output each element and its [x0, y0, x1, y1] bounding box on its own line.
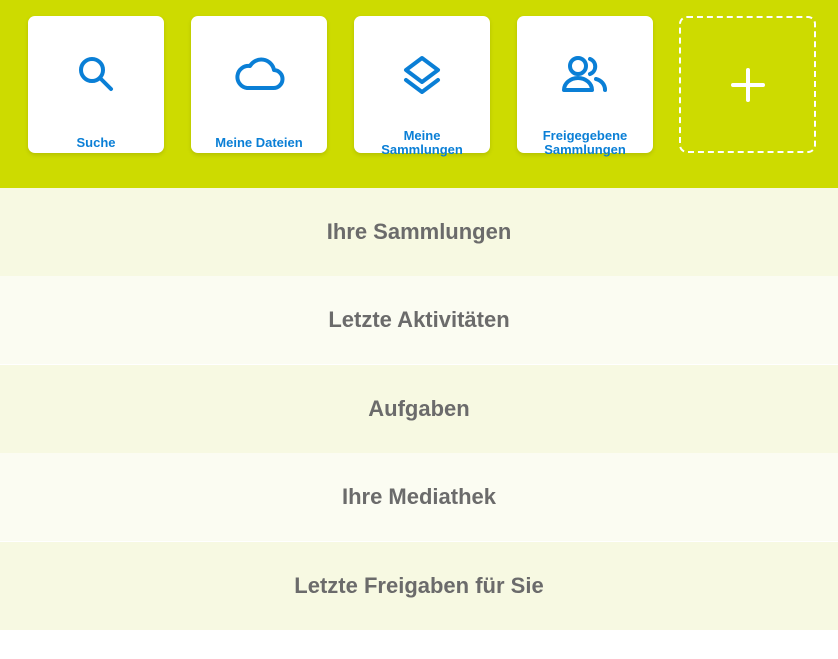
- section-tasks[interactable]: Aufgaben: [0, 365, 838, 453]
- section-title: Aufgaben: [368, 396, 470, 421]
- tile-my-collections-label: Meine Sammlungen: [358, 129, 486, 157]
- section-title: Letzte Aktivitäten: [328, 307, 510, 332]
- quick-access-bar: Suche Meine Dateien Meine Sammlungen Fre…: [0, 0, 838, 188]
- layers-icon: [354, 54, 490, 96]
- tile-shared-collections-label: Freigegebene Sammlungen: [521, 129, 649, 157]
- tile-shared-collections[interactable]: Freigegebene Sammlungen: [517, 16, 653, 157]
- tile-my-collections[interactable]: Meine Sammlungen: [354, 16, 490, 157]
- add-tile-button[interactable]: [679, 16, 816, 153]
- section-your-media-library[interactable]: Ihre Mediathek: [0, 453, 838, 541]
- section-recent-activities[interactable]: Letzte Aktivitäten: [0, 276, 838, 364]
- tile-my-collections-label-line2: Sammlungen: [381, 142, 463, 157]
- section-title: Ihre Mediathek: [341, 484, 497, 509]
- cloud-icon: [191, 54, 327, 96]
- tile-my-collections-label-line1: Meine: [403, 128, 441, 143]
- tile-shared-collections-label-line1: Freigegebene: [542, 128, 628, 143]
- plus-icon: [681, 18, 814, 151]
- search-icon: [28, 54, 164, 96]
- tile-search-label: Suche: [76, 135, 116, 150]
- tile-my-files-label: Meine Dateien: [215, 135, 303, 150]
- section-title: Letzte Freigaben für Sie: [294, 573, 544, 598]
- tile-shared-collections-label-line2: Sammlungen: [544, 142, 626, 157]
- section-your-collections[interactable]: Ihre Sammlungen: [0, 188, 838, 276]
- tile-my-files[interactable]: Meine Dateien: [191, 16, 327, 153]
- section-recent-shares[interactable]: Letzte Freigaben für Sie: [0, 542, 838, 630]
- tile-search[interactable]: Suche: [28, 16, 164, 153]
- section-title: Ihre Sammlungen: [326, 219, 512, 244]
- users-icon: [517, 54, 653, 96]
